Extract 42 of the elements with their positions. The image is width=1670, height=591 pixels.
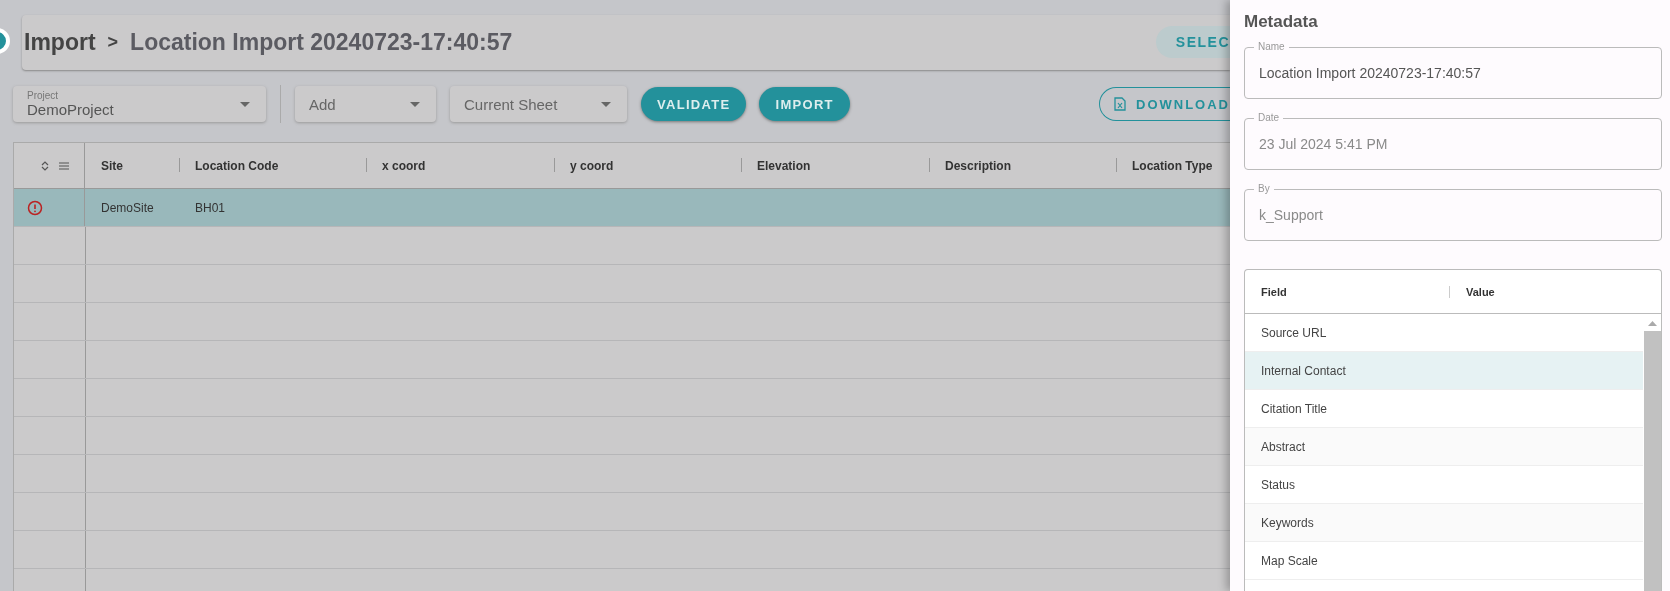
caret-icon <box>240 101 250 107</box>
column-header[interactable]: x coord <box>382 158 426 173</box>
sort-icon[interactable] <box>41 160 49 171</box>
table-cell: BH01 <box>195 200 226 215</box>
table-row[interactable]: Keywords <box>1245 504 1643 542</box>
column-header[interactable]: Location Type <box>1132 158 1213 173</box>
table-cell: Keywords <box>1261 515 1314 530</box>
panel-title: Metadata <box>1244 12 1319 32</box>
column-header[interactable]: Value <box>1466 285 1495 298</box>
field-label: By <box>1254 182 1274 195</box>
column-header[interactable]: Field <box>1261 285 1287 298</box>
table-cell: Citation Title <box>1261 401 1328 416</box>
table-row[interactable]: Abstract <box>1245 428 1643 466</box>
menu-icon[interactable] <box>59 161 69 170</box>
table-cell: Abstract <box>1261 439 1305 454</box>
table-cell: DemoSite <box>101 200 154 215</box>
table-cell: Internal Contact <box>1261 363 1346 378</box>
column-header[interactable]: y coord <box>570 158 614 173</box>
table-row[interactable]: Map Scale <box>1245 542 1643 580</box>
field-value: Location Import 20240723-17:40:57 <box>1259 65 1481 81</box>
sheet-dropdown[interactable]: Current Sheet <box>450 86 627 122</box>
caret-icon <box>601 101 611 107</box>
caret-icon <box>410 101 420 107</box>
column-header[interactable]: Elevation <box>757 158 811 173</box>
table-row[interactable]: Internal Contact <box>1245 352 1643 390</box>
excel-file-icon <box>1114 97 1126 111</box>
breadcrumb-separator: > <box>107 32 119 53</box>
table-cell: Status <box>1261 477 1296 492</box>
breadcrumb-link[interactable]: Import <box>24 29 96 56</box>
project-dropdown[interactable]: Project DemoProject <box>13 86 266 122</box>
column-header[interactable]: Location Code <box>195 158 279 173</box>
table-row[interactable]: DemoSite BH01 <box>14 189 1230 227</box>
add-dropdown[interactable]: Add <box>295 86 436 122</box>
scroll-up-icon[interactable] <box>1647 321 1657 326</box>
page-title: Location Import 20240723-17:40:57 <box>130 29 513 56</box>
field-label: Name <box>1254 40 1289 53</box>
table-cell: Source URL <box>1261 325 1327 340</box>
column-header[interactable]: Description <box>945 158 1011 173</box>
field-label: Date <box>1254 111 1284 124</box>
field-value: 23 Jul 2024 5:41 PM <box>1259 136 1388 152</box>
table-cell: Map Scale <box>1261 553 1318 568</box>
column-header[interactable]: Site <box>101 158 123 173</box>
